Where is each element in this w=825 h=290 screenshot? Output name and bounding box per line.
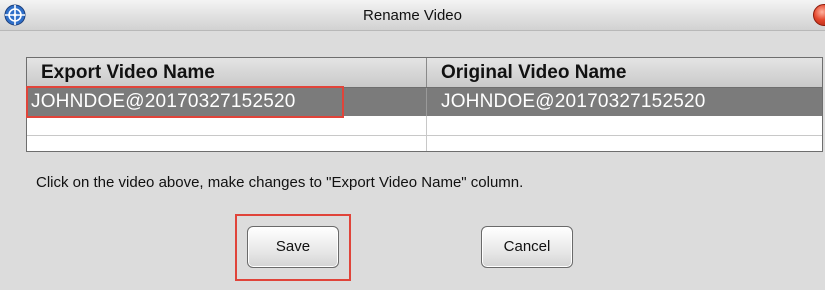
original-video-name-cell[interactable]: JOHNDOE@20170327152520 [426,88,822,116]
save-button[interactable]: Save [247,226,339,268]
instruction-text: Click on the video above, make changes t… [36,174,524,191]
original-video-name-cell[interactable] [426,116,822,135]
column-header-export-video-name[interactable]: Export Video Name [41,58,215,87]
original-video-name-cell[interactable] [426,136,822,151]
table-row[interactable] [27,116,822,136]
rename-video-dialog: Rename Video Export Video Name Original … [0,0,825,290]
export-video-name-cell[interactable] [31,116,426,135]
table-row[interactable] [27,136,822,151]
export-name-highlight-outline [26,86,344,118]
cancel-button[interactable]: Cancel [481,226,573,268]
window-title: Rename Video [363,7,462,24]
title-bar[interactable]: Rename Video [0,0,825,31]
export-video-name-cell[interactable] [31,136,426,151]
column-header-original-video-name[interactable]: Original Video Name [426,58,626,87]
grid-header: Export Video Name Original Video Name [27,58,822,88]
